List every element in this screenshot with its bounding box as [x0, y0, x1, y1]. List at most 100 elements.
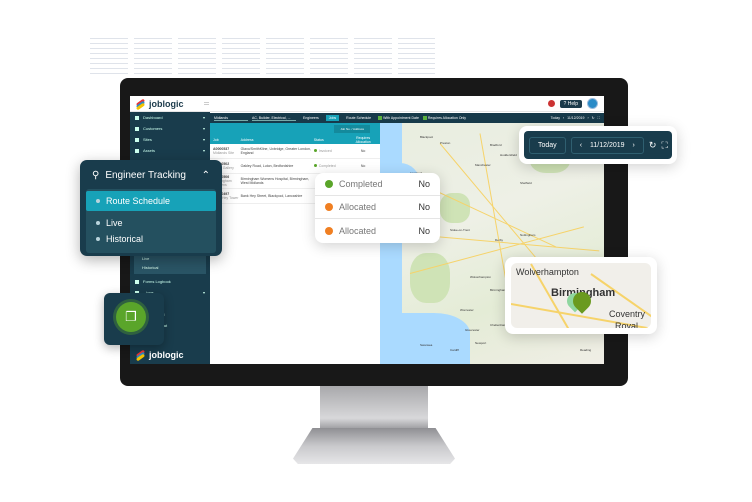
status-label: Allocated	[339, 202, 377, 212]
map-city-label: Bradford	[490, 143, 502, 147]
today-button[interactable]: Today	[529, 136, 566, 154]
location-pin-icon: ⚲	[92, 170, 100, 181]
requires-allocation-checkbox[interactable]: Requires Allocation Only	[422, 116, 466, 121]
map-city-label: Sheffield	[520, 181, 532, 185]
sidebar-item-label: Dashboard	[143, 115, 163, 120]
job-number[interactable]: A0000537 Midlands Site	[213, 147, 241, 155]
table-row[interactable]: A0000537 Midlands Site Glaxo/SmithKline, …	[210, 144, 380, 159]
route-schedule-button[interactable]: Route Schedule	[343, 115, 374, 121]
help-label: Help	[567, 100, 578, 107]
next-date-button[interactable]: ›	[587, 116, 588, 120]
status-dot-icon	[325, 226, 333, 235]
map-city-label: Huddersfield	[500, 153, 517, 157]
date-navigator-card: Today ‹ 11/12/2019 › ↻ ⛶	[519, 126, 677, 164]
refresh-icon[interactable]: ↻	[592, 116, 595, 120]
status-row: Allocated No	[315, 196, 440, 219]
background-text-decoration	[90, 34, 435, 84]
date-picker[interactable]: ‹ 11/12/2019 ›	[570, 136, 644, 154]
with-appointment-checkbox[interactable]: With Appointment Date	[378, 116, 419, 121]
sidebar-item-customers[interactable]: Customers ▾	[130, 123, 210, 134]
menu-item-route-schedule[interactable]: Route Schedule	[86, 191, 216, 211]
building-icon	[135, 137, 139, 142]
header-status[interactable]: Status	[314, 138, 350, 142]
forms-icon	[135, 279, 139, 284]
monitor-stand-base	[293, 428, 455, 464]
zoomed-map[interactable]: Wolverhampton Birmingham Coventry Royal	[511, 263, 651, 328]
sidebar-item-assets[interactable]: Assets ▾	[130, 145, 210, 156]
header-address[interactable]: Address	[241, 138, 314, 142]
map-label-wolverhampton: Wolverhampton	[516, 267, 579, 277]
engineer-tracking-title: Engineer Tracking	[105, 170, 186, 181]
status-dot-icon	[313, 149, 317, 152]
job-address: Birmingham Womens Hospital, Birmingham, …	[240, 177, 310, 185]
map-city-label: Reading	[580, 348, 592, 352]
filter-toolbar: Midlands AC, Builder, Electrical, ... En…	[210, 113, 604, 123]
dashboard-icon	[135, 115, 139, 120]
job-site: Midlands Site	[213, 151, 235, 155]
bullet-icon	[96, 199, 100, 203]
sidebar-item-label: Assets	[143, 148, 156, 153]
chat-button[interactable]: ❐	[116, 302, 146, 332]
map-city-label: Blackpool	[420, 135, 434, 139]
status-row: Completed No	[315, 173, 440, 196]
chevron-left-icon[interactable]: ‹	[580, 142, 582, 149]
header-requires-allocation[interactable]: Requires Allocation	[349, 136, 377, 144]
fullscreen-icon[interactable]: ⛶	[661, 140, 667, 151]
sidebar-item-sites[interactable]: Sites ▾	[130, 134, 210, 145]
table-search-bar: Job No. / Address	[210, 123, 380, 135]
chevron-down-icon: ▾	[202, 115, 205, 120]
notification-bell-icon[interactable]	[547, 100, 555, 107]
sidebar-item-forms-logbook[interactable]: Forms Logbook	[130, 276, 210, 287]
fullscreen-icon[interactable]: ⛶	[598, 116, 600, 120]
jobs-button[interactable]: Jobs	[325, 115, 340, 121]
status-label: Allocated	[339, 225, 377, 236]
engineer-tracking-header[interactable]: ⚲ Engineer Tracking ⌃	[86, 166, 216, 189]
map-city-label: Manchester	[475, 163, 491, 167]
chat-widget-card: ❐	[104, 293, 164, 345]
date-value: 11/12/2019	[567, 116, 585, 120]
map-city-label: Gloucester	[465, 328, 480, 332]
status-label: Completed	[339, 179, 383, 189]
map-city-label: Swansea	[420, 343, 433, 347]
chevron-up-icon[interactable]: ⌃	[202, 170, 210, 181]
map-city-label: Derby	[495, 238, 504, 242]
chevron-down-icon: ▾	[202, 126, 205, 131]
chevron-down-icon: ▾	[202, 137, 205, 142]
help-button[interactable]: ? Help	[559, 99, 582, 108]
bullet-icon	[96, 237, 100, 241]
menu-item-label: Live	[106, 218, 123, 228]
prev-date-button[interactable]: ‹	[563, 116, 564, 120]
job-status: Invoiced	[313, 149, 350, 153]
map-park	[440, 193, 470, 223]
menu-toggle-icon[interactable]	[203, 102, 209, 105]
menu-item-live[interactable]: Live	[86, 215, 216, 231]
job-address: Oakley Road, Luton, Bedfordshire	[240, 164, 294, 168]
menu-item-label: Route Schedule	[106, 196, 171, 206]
job-address-search-input[interactable]: Job No. / Address	[334, 125, 370, 133]
engineer-tracking-submenu: Route Schedule Live Historical	[86, 189, 216, 253]
today-button[interactable]: Today	[551, 116, 560, 120]
menu-item-label: Historical	[106, 234, 144, 244]
region-select[interactable]: Midlands	[214, 116, 248, 121]
user-icon	[135, 126, 139, 131]
requires-allocation: No	[360, 164, 366, 168]
engineer-tracking-panel: ⚲ Engineer Tracking ⌃ Route Schedule Liv…	[80, 160, 222, 256]
trade-select[interactable]: AC, Builder, Electrical, ...	[252, 116, 296, 121]
status-value: No	[418, 202, 430, 212]
checkbox-checked-icon	[378, 116, 383, 121]
chevron-right-icon[interactable]: ›	[633, 142, 635, 149]
menu-item-historical[interactable]: Historical	[86, 231, 216, 247]
sidebar-item-dashboard[interactable]: Dashboard ▾	[130, 112, 210, 123]
status-value: No	[418, 179, 430, 189]
status-dot-icon	[313, 164, 317, 167]
sidebar-item-label: Forms Logbook	[143, 279, 171, 284]
engineers-button[interactable]: Engineers	[300, 115, 322, 121]
user-avatar[interactable]	[587, 98, 598, 109]
sidebar-subitem-historical[interactable]: Historical	[134, 263, 206, 272]
table-header: Job Address Status Requires Allocation	[210, 135, 380, 144]
map-label-royal: Royal	[615, 321, 639, 328]
header-job[interactable]: Job	[213, 138, 241, 142]
refresh-icon[interactable]: ↻	[649, 140, 657, 151]
table-row[interactable]: A0000502Luton Gallery Oakley Road, Luton…	[210, 159, 380, 174]
app-logo[interactable]: joblogic	[135, 98, 184, 110]
